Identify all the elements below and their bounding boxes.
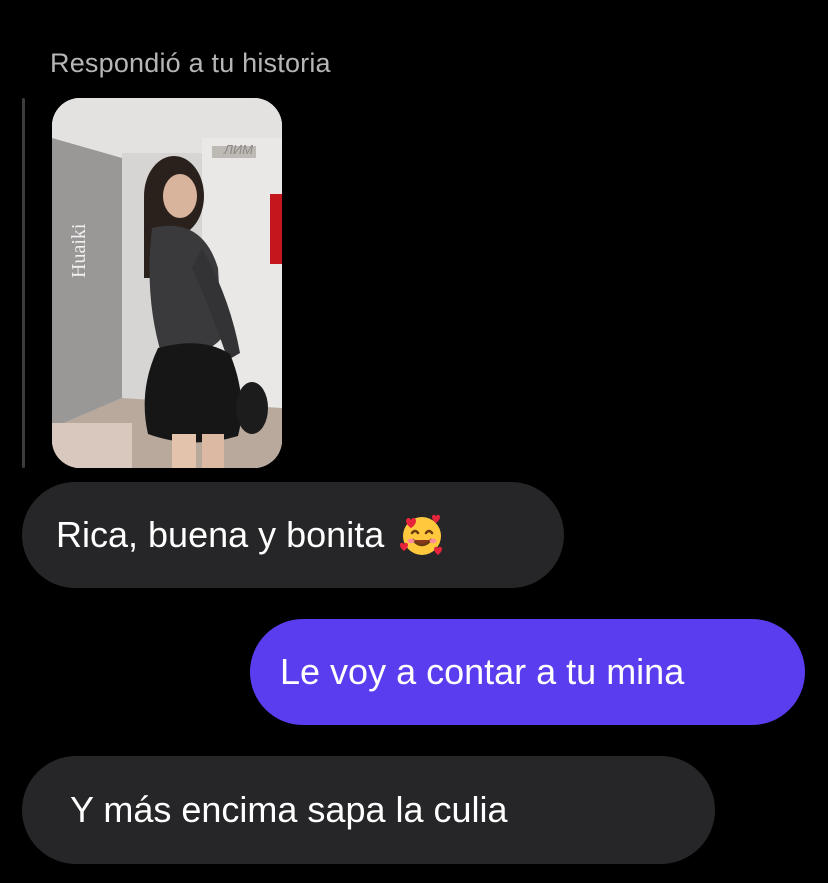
message-text: Y más encima sapa la culia	[70, 789, 508, 830]
story-watermark: Huaiki	[68, 223, 90, 278]
message-text: Le voy a contar a tu mina	[280, 651, 685, 692]
reply-header: Respondió a tu historia	[50, 48, 331, 78]
story-thumbnail[interactable]: Huaiki ЛИМ	[52, 98, 282, 468]
message-incoming[interactable]: Rica, buena y bonita	[22, 482, 564, 588]
message-incoming[interactable]: Y más encima sapa la culia	[22, 756, 715, 864]
smiling-face-with-hearts-icon	[400, 514, 443, 555]
story-corner-text: ЛИМ	[224, 142, 254, 157]
reply-quote-bar	[22, 98, 25, 468]
message-outgoing[interactable]: Le voy a contar a tu mina	[250, 619, 805, 725]
message-text: Rica, buena y bonita	[56, 514, 385, 555]
